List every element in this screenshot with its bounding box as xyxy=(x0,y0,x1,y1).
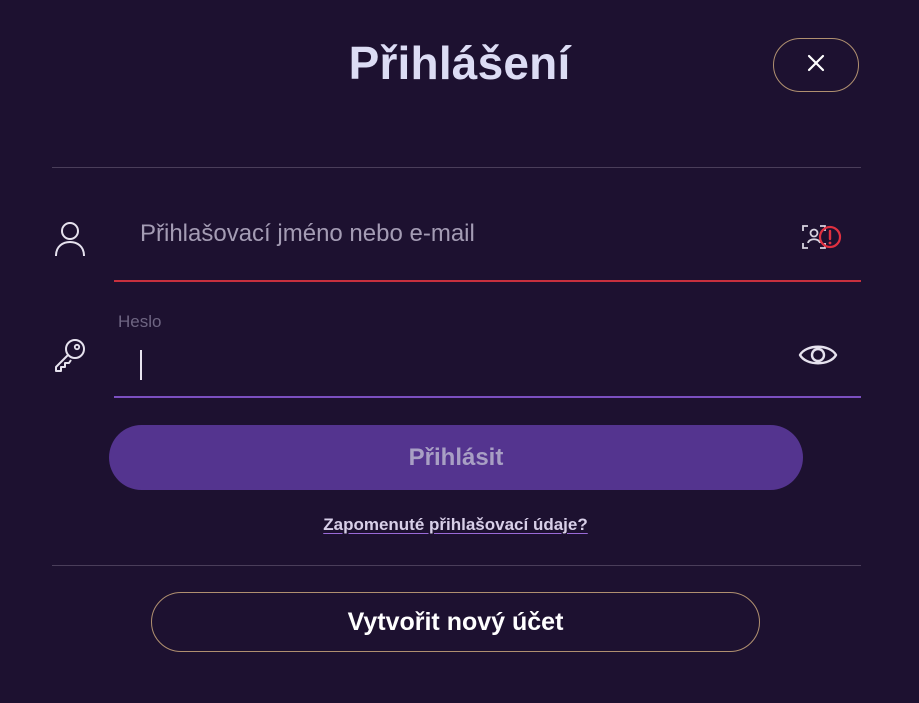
key-icon xyxy=(48,334,92,376)
user-icon xyxy=(50,218,90,260)
top-divider xyxy=(52,167,861,168)
login-button[interactable]: Přihlásit xyxy=(109,425,803,490)
close-button[interactable] xyxy=(773,38,859,92)
username-field xyxy=(114,196,861,282)
create-account-button[interactable]: Vytvořit nový účet xyxy=(151,592,760,652)
password-label: Heslo xyxy=(118,312,162,331)
close-icon xyxy=(806,53,826,78)
password-field: Heslo xyxy=(114,306,861,398)
username-input[interactable] xyxy=(140,218,760,250)
forgot-credentials-link[interactable]: Zapomenuté přihlašovací údaje? xyxy=(0,515,911,535)
bottom-divider xyxy=(52,565,861,566)
text-cursor xyxy=(140,350,142,380)
eye-icon[interactable] xyxy=(798,340,838,375)
face-id-error-icon[interactable] xyxy=(800,222,844,259)
password-input[interactable] xyxy=(138,348,758,382)
